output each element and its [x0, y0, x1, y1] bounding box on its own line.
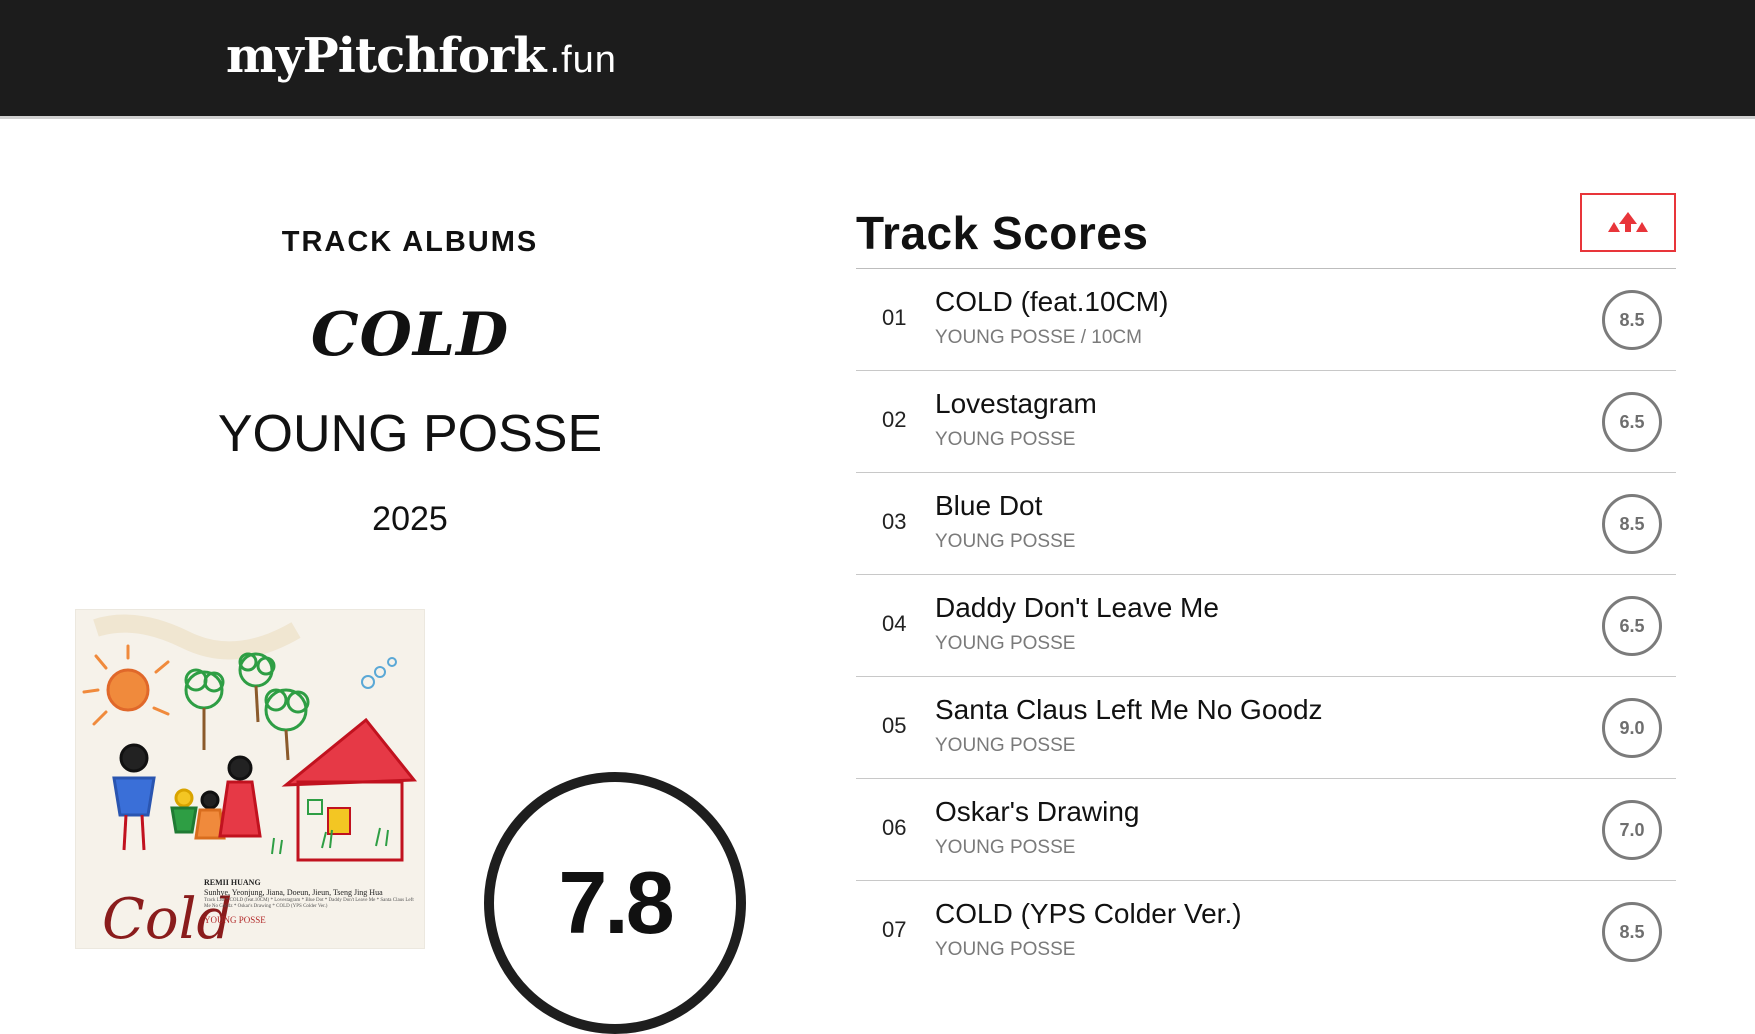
track-number: 02: [882, 407, 907, 432]
track-row[interactable]: 07 COLD (YPS Colder Ver.) YOUNG POSSE 8.…: [856, 881, 1676, 983]
track-number: 05: [882, 713, 907, 738]
cover-credit-line: YOUNG POSSE: [204, 914, 266, 925]
track-number: 06: [882, 815, 907, 840]
track-list: 01 COLD (feat.10CM) YOUNG POSSE / 10CM 8…: [856, 269, 1676, 983]
track-artist: YOUNG POSSE / 10CM: [935, 327, 1142, 348]
cover-credit-line: Track List * COLD (feat.10CM) * Lovestag…: [204, 898, 414, 910]
track-row[interactable]: 01 COLD (feat.10CM) YOUNG POSSE / 10CM 8…: [856, 269, 1676, 371]
album-cover: Cold REMII HUANG Sunhye, Yeonjung, Jiana…: [75, 609, 425, 949]
track-score-badge: 7.0: [1602, 800, 1662, 860]
track-score-badge: 8.5: [1602, 494, 1662, 554]
track-artist: YOUNG POSSE: [935, 837, 1076, 858]
track-scores-heading: Track Scores: [856, 207, 1149, 259]
track-score-badge: 6.5: [1602, 392, 1662, 452]
track-title: Lovestagram: [935, 388, 1097, 419]
track-number: 04: [882, 611, 907, 636]
album-score-ring: 7.8: [484, 772, 746, 1034]
album-title: COLD: [310, 300, 510, 370]
track-title: COLD (YPS Colder Ver.): [935, 898, 1242, 929]
track-score-badge: 8.5: [1602, 290, 1662, 350]
track-title: Santa Claus Left Me No Goodz: [935, 694, 1323, 725]
track-row[interactable]: 06 Oskar's Drawing YOUNG POSSE 7.0: [856, 779, 1676, 881]
track-number: 01: [882, 305, 907, 330]
track-title: Blue Dot: [935, 490, 1043, 521]
track-artist: YOUNG POSSE: [935, 531, 1076, 552]
cover-credits: REMII HUANG Sunhye, Yeonjung, Jiana, Doe…: [204, 878, 414, 926]
track-score-badge: 8.5: [1602, 902, 1662, 962]
top-bar: myPitchfork .fun: [0, 0, 1755, 119]
logo-suffix-text: .fun: [549, 39, 617, 81]
track-artist: YOUNG POSSE: [935, 939, 1076, 960]
album-summary: TRACK ALBUMS COLD YOUNG POSSE 2025 Cold …: [0, 122, 820, 1034]
track-scores-panel: Track Scores 01 COLD (feat.10CM) YOUNG P…: [856, 122, 1676, 1009]
track-row[interactable]: 04 Daddy Don't Leave Me YOUNG POSSE 6.5: [856, 575, 1676, 677]
logo-main-text: myPitchfork: [226, 28, 547, 84]
track-title: Daddy Don't Leave Me: [935, 592, 1219, 623]
track-artist: YOUNG POSSE: [935, 735, 1076, 756]
track-score-badge: 9.0: [1602, 698, 1662, 758]
share-icon: [1608, 211, 1648, 232]
track-row[interactable]: 05 Santa Claus Left Me No Goodz YOUNG PO…: [856, 677, 1676, 779]
site-logo[interactable]: myPitchfork .fun: [226, 28, 617, 84]
section-label: TRACK ALBUMS: [281, 226, 539, 258]
track-row[interactable]: 03 Blue Dot YOUNG POSSE 8.5: [856, 473, 1676, 575]
share-button[interactable]: [1580, 193, 1676, 252]
album-year: 2025: [372, 500, 448, 538]
track-artist: YOUNG POSSE: [935, 429, 1076, 450]
album-artist: YOUNG POSSE: [217, 405, 603, 463]
track-number: 03: [882, 509, 907, 534]
cover-credit-line: Sunhye, Yeonjung, Jiana, Doeun, Jieun, T…: [204, 888, 383, 897]
track-score-badge: 6.5: [1602, 596, 1662, 656]
track-row[interactable]: 02 Lovestagram YOUNG POSSE 6.5: [856, 371, 1676, 473]
cover-credit-line: REMII HUANG: [204, 878, 261, 887]
album-score: 7.8: [558, 853, 674, 952]
track-artist: YOUNG POSSE: [935, 633, 1076, 654]
track-title: COLD (feat.10CM): [935, 286, 1169, 317]
track-title: Oskar's Drawing: [935, 796, 1140, 827]
track-number: 07: [882, 917, 907, 942]
